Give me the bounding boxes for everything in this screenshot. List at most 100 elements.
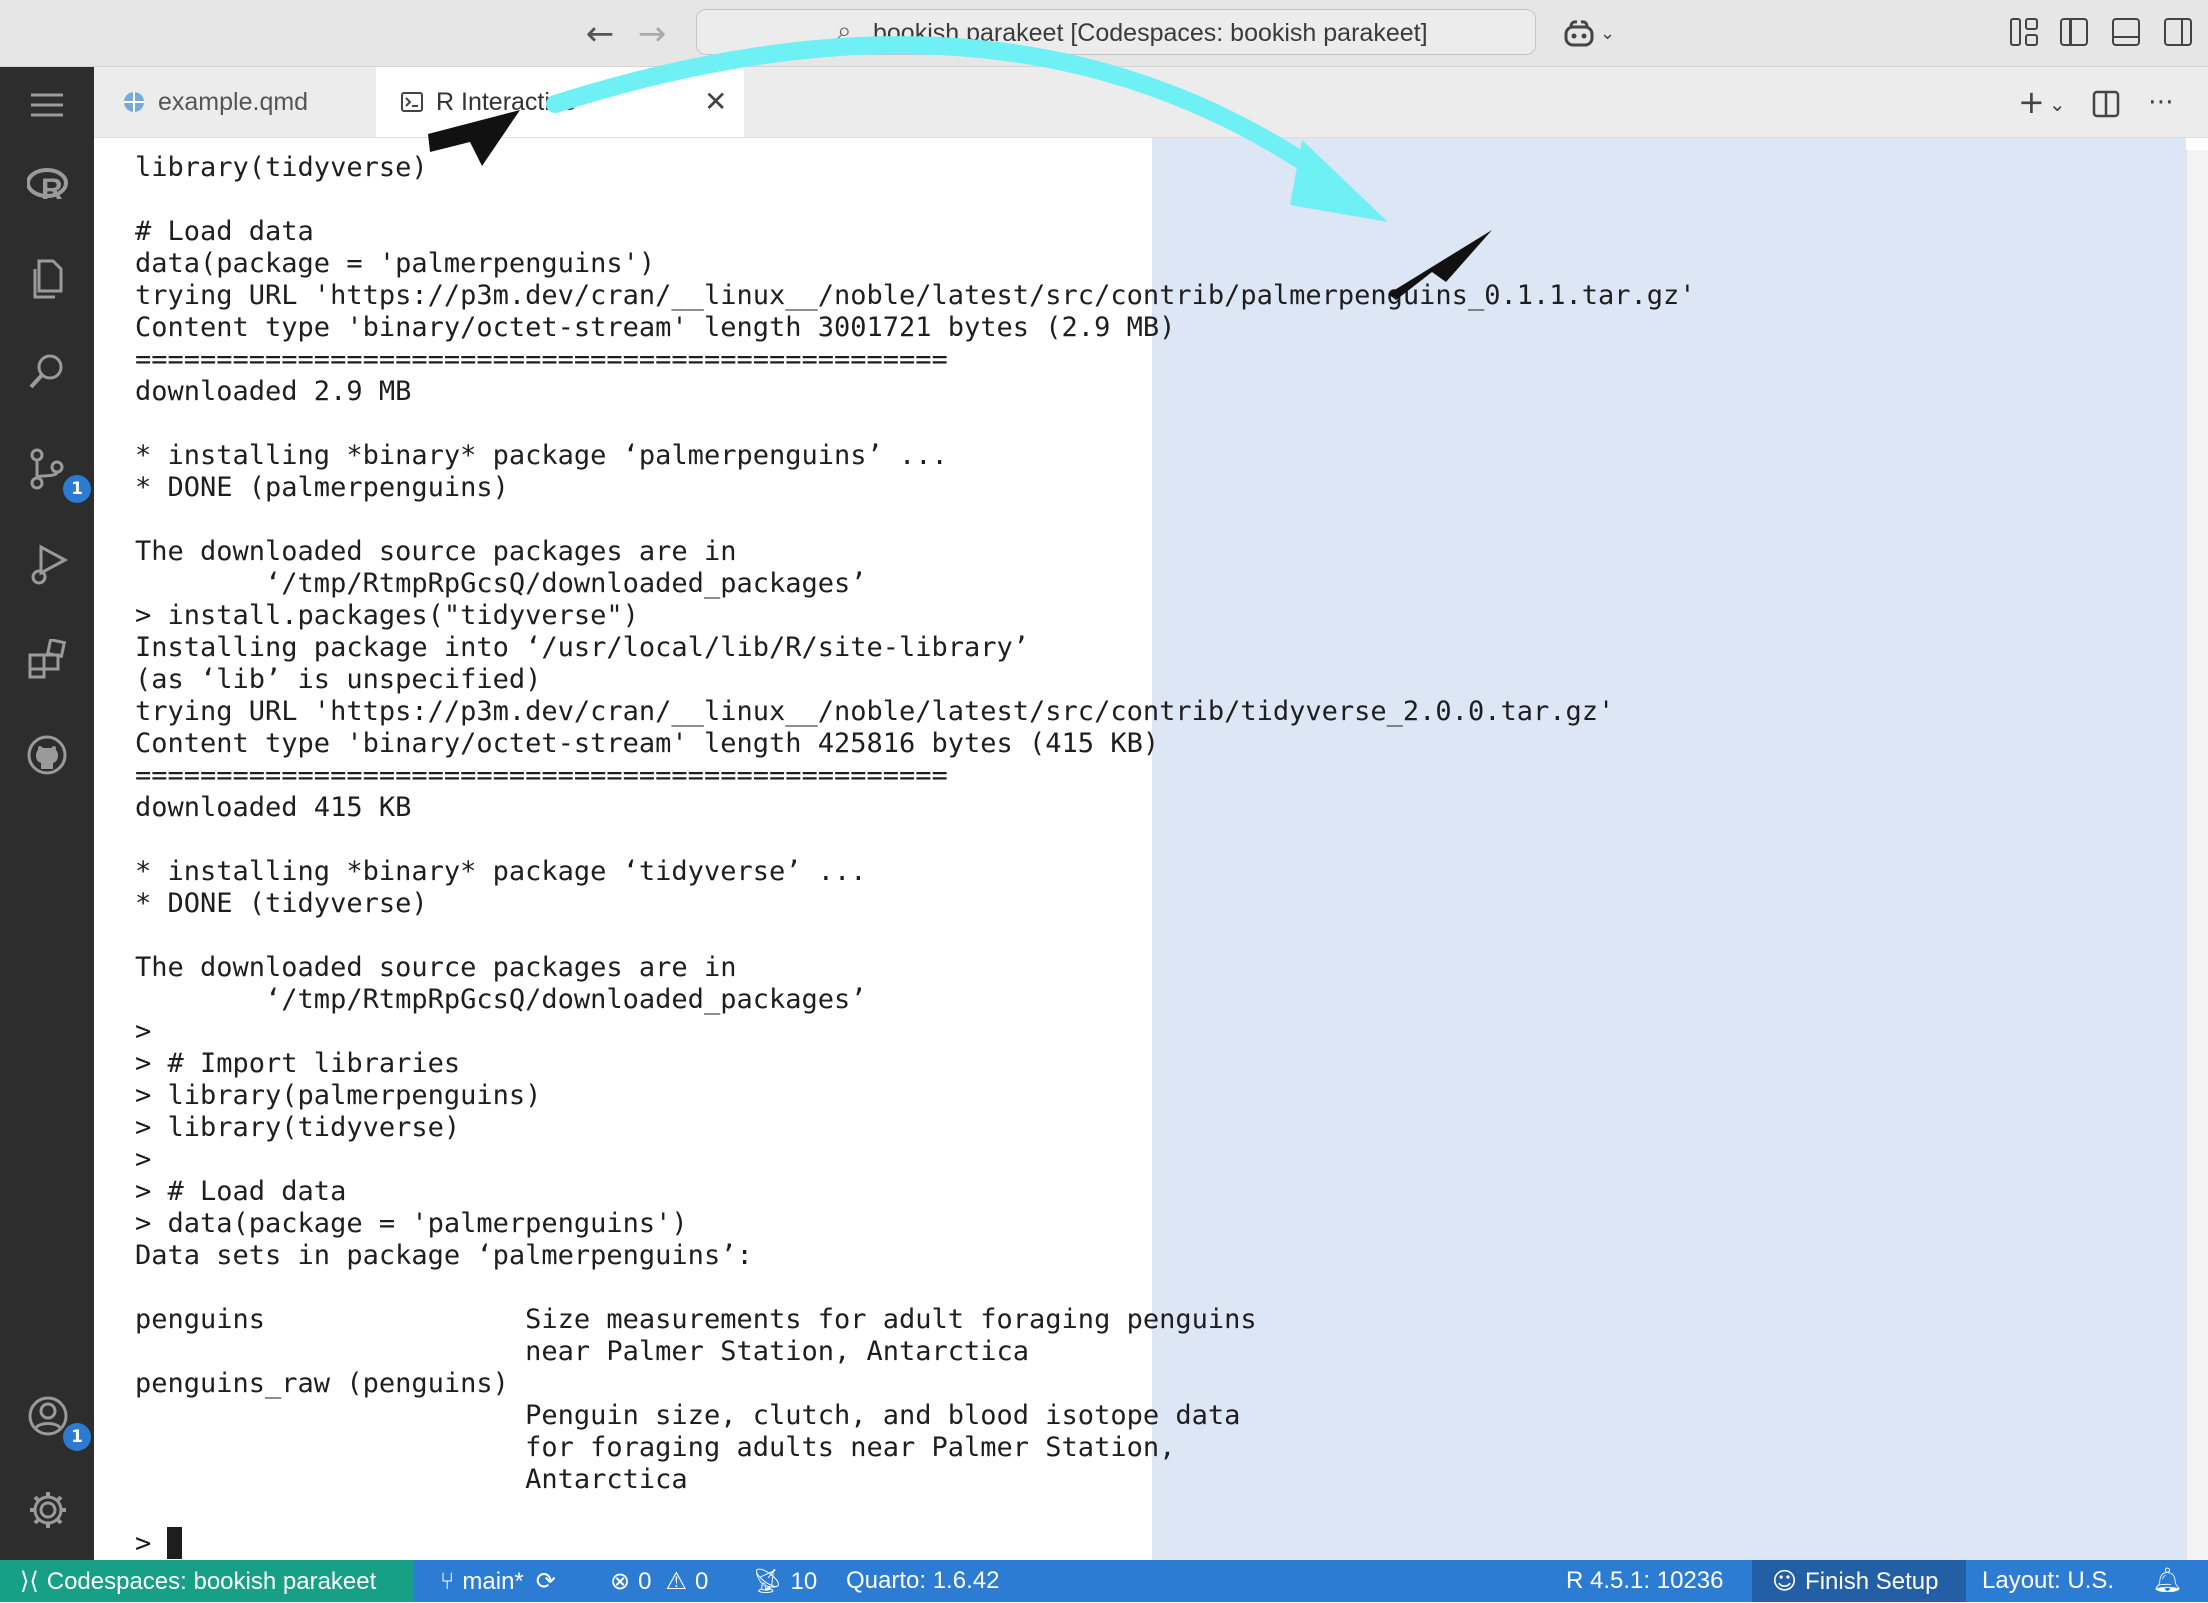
terminal-line: penguins_raw (penguins) <box>135 1368 509 1399</box>
files-icon[interactable] <box>17 247 77 307</box>
title-bar: ← → ⌕ bookish parakeet [Codespaces: book… <box>0 0 2208 67</box>
chevron-down-icon[interactable]: ⌄ <box>2049 92 2066 116</box>
error-icon: ⊗ <box>610 1567 631 1595</box>
toggle-primary-sidebar-icon[interactable] <box>2060 18 2088 46</box>
close-icon[interactable]: ✕ <box>704 67 727 137</box>
terminal-line: > <box>135 1144 152 1175</box>
terminal-scrollbar[interactable] <box>2186 150 2208 1560</box>
problems-indicator[interactable]: ⊗ 0 ⚠ 0 <box>610 1560 708 1603</box>
finish-setup-label: Finish Setup <box>1805 1568 1939 1595</box>
split-editor-icon[interactable] <box>2092 87 2120 127</box>
terminal-line: ‘/tmp/RtmpRpGcsQ/downloaded_packages’ <box>135 568 867 599</box>
ports-indicator[interactable]: 📡︎ 10 <box>752 1560 817 1603</box>
warning-icon: ⚠ <box>665 1567 687 1595</box>
toggle-secondary-sidebar-icon[interactable] <box>2164 18 2192 46</box>
tab-label: example.qmd <box>158 88 309 116</box>
terminal-line: downloaded 2.9 MB <box>135 376 412 407</box>
github-icon[interactable] <box>17 725 77 785</box>
account-icon[interactable]: 1 <box>17 1385 91 1451</box>
command-center-label: bookish parakeet [Codespaces: bookish pa… <box>873 19 1428 47</box>
branch-label: main* <box>462 1568 524 1595</box>
command-center[interactable]: ⌕ bookish parakeet [Codespaces: bookish … <box>696 9 1536 55</box>
gear-icon[interactable] <box>17 1479 77 1539</box>
copilot-icon[interactable]: ⌄ <box>1562 14 1622 54</box>
warning-count: 0 <box>694 1568 709 1595</box>
accounts-badge: 1 <box>63 1423 91 1451</box>
terminal-line: > library(tidyverse) <box>135 1112 461 1143</box>
terminal-output: library(tidyverse) # Load data data(packag… <box>135 152 1696 1560</box>
branch-indicator[interactable]: ⑂ main* ⟳ <box>440 1560 564 1603</box>
broadcast-icon: 📡︎ <box>752 1567 783 1595</box>
toggle-panel-icon[interactable] <box>2112 18 2140 46</box>
source-control-badge: 1 <box>63 475 91 503</box>
tab-example-qmd[interactable]: example.qmd <box>94 67 376 137</box>
terminal-line: The downloaded source packages are in <box>135 536 737 567</box>
branch-icon: ⑂ <box>440 1567 455 1595</box>
terminal-line: * installing *binary* package ‘tidyverse… <box>135 856 867 887</box>
terminal-line: ========================================… <box>135 344 948 375</box>
terminal-line: trying URL 'https://p3m.dev/cran/__linux… <box>135 696 1615 727</box>
terminal-line: Installing package into ‘/usr/local/lib/… <box>135 632 1030 663</box>
new-terminal-icon[interactable]: + ⌄ <box>2018 82 2066 122</box>
keyboard-layout[interactable]: Layout: U.S. <box>1982 1560 2114 1602</box>
terminal-cursor <box>167 1527 182 1559</box>
terminal-line: penguins Size measurements for adult for… <box>135 1304 1257 1335</box>
tab-label: R Interactive <box>436 88 577 116</box>
terminal-line: near Palmer Station, Antarctica <box>135 1336 1030 1367</box>
status-bar: ⟩⟨ Codespaces: bookish parakeet ⑂ main* ⟳ ⊗… <box>0 1560 2208 1602</box>
terminal-line: Content type 'binary/octet-stream' lengt… <box>135 312 1176 343</box>
terminal-line: > <box>135 1016 152 1047</box>
back-arrow-icon[interactable]: ← <box>580 14 620 54</box>
source-control-icon[interactable]: 1 <box>17 437 91 503</box>
remote-indicator[interactable]: ⟩⟨ Codespaces: bookish parakeet <box>0 1560 414 1602</box>
terminal-line: library(tidyverse) <box>135 152 428 183</box>
terminal-line: (as ‘lib’ is unspecified) <box>135 664 542 695</box>
bell-icon[interactable]: 🔔︎ <box>2152 1560 2182 1602</box>
terminal-line: Penguin size, clutch, and blood isotope … <box>135 1400 1241 1431</box>
quarto-version[interactable]: Quarto: 1.6.42 <box>846 1560 999 1602</box>
remote-label: Codespaces: bookish parakeet <box>46 1568 377 1595</box>
r-logo-icon[interactable]: R <box>17 155 77 215</box>
hamburger-menu-icon[interactable] <box>17 75 77 135</box>
search-icon: ⌕ <box>837 16 852 46</box>
tab-r-interactive[interactable]: R Interactive ✕ <box>376 67 744 137</box>
chevron-down-icon: ⌄ <box>1600 23 1616 44</box>
run-debug-icon[interactable] <box>17 533 77 593</box>
terminal-line: * DONE (palmerpenguins) <box>135 472 509 503</box>
ports-count: 10 <box>790 1568 818 1595</box>
error-count: 0 <box>638 1568 652 1595</box>
terminal-line: > install.packages("tidyverse") <box>135 600 639 631</box>
finish-setup-button[interactable]: ☺ Finish Setup <box>1752 1560 1966 1602</box>
remote-icon: ⟩⟨ <box>20 1567 39 1595</box>
sync-icon[interactable]: ⟳ <box>536 1567 556 1595</box>
activity-bar: R 1 1 <box>0 67 94 1560</box>
terminal-line: for foraging adults near Palmer Station, <box>135 1432 1176 1463</box>
terminal-line: Antarctica <box>135 1464 688 1495</box>
more-actions-icon[interactable]: ⋯ <box>2148 82 2174 122</box>
search-icon[interactable] <box>17 341 77 401</box>
terminal-line: > # Load data <box>135 1176 347 1207</box>
terminal-line: ========================================… <box>135 760 948 791</box>
terminal-line: trying URL 'https://p3m.dev/cran/__linux… <box>135 280 1696 311</box>
forward-arrow-icon[interactable]: → <box>632 14 672 54</box>
terminal-line: data(package = 'palmerpenguins') <box>135 248 656 279</box>
terminal-line: > library(palmerpenguins) <box>135 1080 542 1111</box>
quarto-file-icon <box>124 92 144 112</box>
terminal-line: * installing *binary* package ‘palmerpen… <box>135 440 948 471</box>
copilot-icon: ☺ <box>1772 1567 1798 1595</box>
terminal-line: * DONE (tidyverse) <box>135 888 428 919</box>
editor-tab-bar: example.qmd R Interactive ✕ + ⌄ ⋯ <box>94 67 2208 138</box>
terminal-line: > <box>135 1528 152 1559</box>
extensions-icon[interactable] <box>17 629 77 689</box>
r-session-indicator[interactable]: R 4.5.1: 10236 <box>1566 1560 1723 1602</box>
terminal-icon <box>401 92 423 112</box>
terminal-line: # Load data <box>135 216 314 247</box>
terminal-line: > data(package = 'palmerpenguins') <box>135 1208 688 1239</box>
customize-layout-icon[interactable] <box>2010 18 2038 46</box>
